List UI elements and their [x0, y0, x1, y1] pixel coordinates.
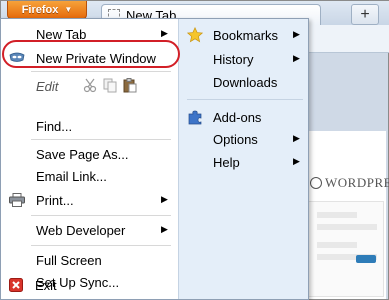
cut-icon[interactable]	[83, 78, 97, 93]
menu-item-label: Bookmarks	[213, 28, 279, 43]
firefox-menu-button[interactable]: Firefox ▼	[7, 1, 87, 19]
printer-icon	[9, 193, 25, 207]
firefox-button-label: Firefox	[21, 3, 59, 16]
menu-right-column: Bookmarks ▶ History ▶ Downloads Add-ons …	[178, 19, 308, 299]
menu-item-label: Exit	[35, 278, 57, 293]
submenu-arrow-icon: ▶	[161, 224, 168, 234]
menu-item-label: Options	[213, 132, 258, 147]
menu-item-label: Full Screen	[36, 253, 102, 268]
submenu-arrow-icon: ▶	[293, 53, 300, 63]
wordpress-logo-text: WORDPRESS	[325, 175, 389, 190]
menu-item-label: Find...	[36, 119, 73, 134]
menu-item-find[interactable]: Find...	[1, 115, 177, 137]
login-button[interactable]	[356, 255, 376, 263]
menu-item-label: Help	[213, 155, 240, 170]
page-content: WORDPRESS	[301, 131, 389, 299]
menu-separator	[31, 71, 171, 72]
menu-item-history[interactable]: History ▶	[179, 48, 309, 70]
submenu-arrow-icon: ▶	[161, 28, 168, 38]
menu-item-help[interactable]: Help ▶	[179, 151, 309, 173]
menu-separator	[187, 99, 303, 100]
menu-item-full-screen[interactable]: Full Screen	[1, 249, 177, 271]
puzzle-piece-icon	[187, 109, 203, 125]
menu-item-bookmarks[interactable]: Bookmarks ▶	[179, 24, 309, 46]
firefox-app-menu: New Tab ▶ New Private Window Edit Find..…	[0, 18, 309, 300]
plus-icon: +	[360, 5, 370, 23]
menu-item-options[interactable]: Options ▶	[179, 128, 309, 150]
menu-item-label: Save Page As...	[36, 147, 129, 162]
submenu-arrow-icon: ▶	[293, 29, 300, 39]
menu-item-web-developer[interactable]: Web Developer ▶	[1, 219, 177, 241]
copy-icon[interactable]	[103, 78, 117, 93]
menu-separator	[31, 215, 171, 216]
submenu-arrow-icon: ▶	[161, 194, 168, 204]
caret-down-icon: ▼	[64, 5, 73, 14]
edit-tools	[83, 78, 137, 93]
menu-item-new-tab[interactable]: New Tab ▶	[1, 23, 177, 45]
paste-icon[interactable]	[123, 78, 137, 93]
menu-item-print[interactable]: Print... ▶	[1, 189, 177, 211]
menu-separator	[31, 139, 171, 140]
menu-item-label: Edit	[36, 79, 59, 94]
wordpress-logo: WORDPRESS	[310, 175, 389, 191]
menu-separator	[31, 245, 171, 246]
menu-item-label: Web Developer	[36, 223, 126, 238]
menu-item-email-link[interactable]: Email Link...	[1, 165, 177, 187]
menu-item-exit-row[interactable]: Exit	[0, 274, 176, 296]
menu-item-label: History	[213, 52, 254, 67]
menu-item-new-private-window[interactable]: New Private Window	[1, 47, 177, 69]
star-icon	[187, 27, 203, 43]
menu-item-add-ons[interactable]: Add-ons	[179, 106, 309, 128]
submenu-arrow-icon: ▶	[293, 133, 300, 143]
menu-item-label: Downloads	[213, 75, 278, 90]
login-form	[308, 201, 384, 297]
wordpress-icon	[310, 177, 322, 189]
menu-item-save-page-as[interactable]: Save Page As...	[1, 143, 177, 165]
menu-item-label: New Private Window	[36, 51, 156, 66]
menu-left-column: New Tab ▶ New Private Window Edit Find..…	[1, 19, 177, 299]
menu-item-downloads[interactable]: Downloads	[179, 71, 309, 93]
private-mask-icon	[9, 51, 25, 65]
exit-icon	[8, 278, 24, 292]
menu-item-label: New Tab	[36, 27, 87, 42]
form-line	[317, 212, 357, 218]
submenu-arrow-icon: ▶	[293, 156, 300, 166]
menu-item-label: Add-ons	[213, 110, 262, 125]
form-line	[317, 242, 357, 248]
menu-item-edit: Edit	[1, 75, 177, 97]
menu-item-label: Print...	[36, 193, 74, 208]
form-line	[317, 224, 377, 230]
new-tab-button[interactable]: +	[351, 4, 379, 25]
menu-item-label: Email Link...	[36, 169, 107, 184]
